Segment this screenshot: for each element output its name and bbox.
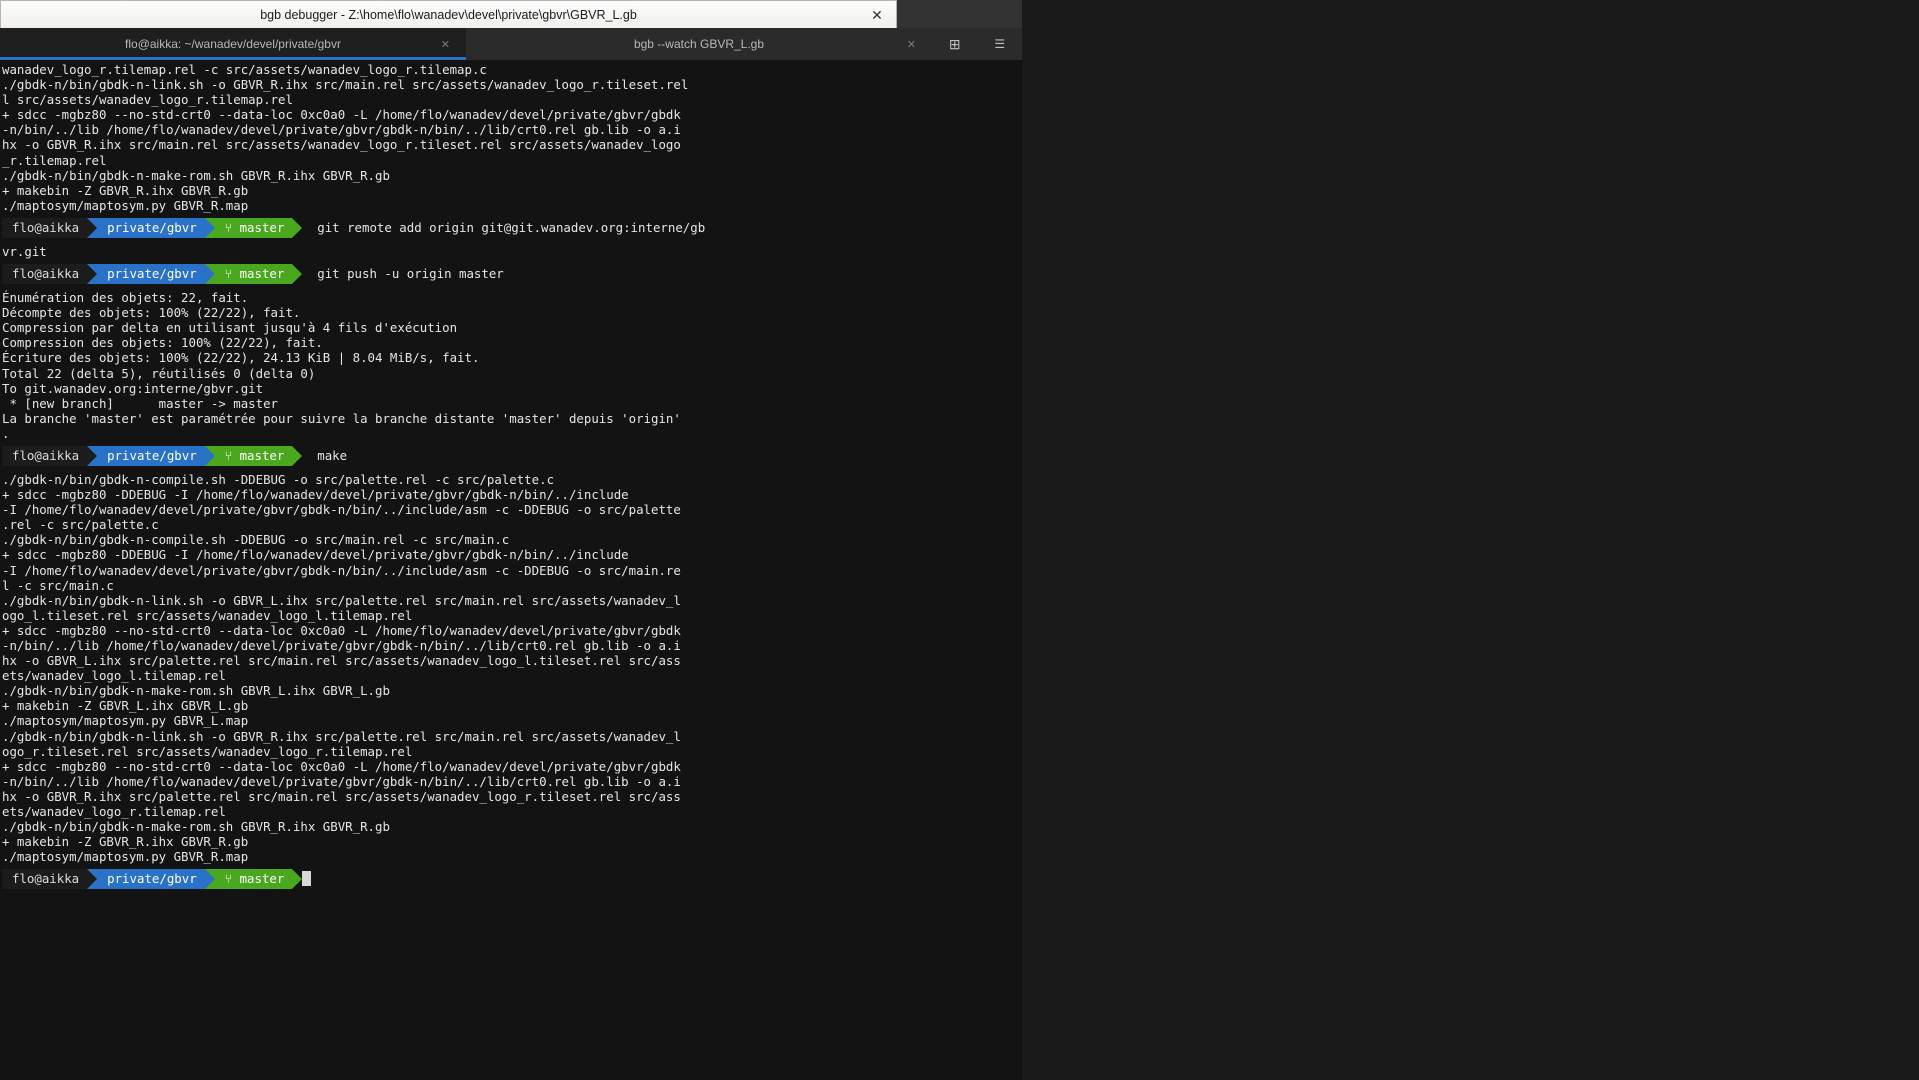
terminal-line: wanadev_logo_r.tilemap.rel -c src/assets…	[2, 62, 487, 77]
prompt-dir: private/gbvr	[97, 445, 205, 466]
terminal-line: ./maptosym/maptosym.py GBVR_R.map	[2, 197, 249, 213]
terminal-line: vr.git	[2, 243, 47, 259]
git-output-line: Décompte des objets: 100% (22/22), fait.	[2, 305, 301, 321]
terminal-line: -n/bin/../lib /home/flo/wanadev/devel/pr…	[2, 122, 681, 138]
make-output-line: + makebin -Z GBVR_L.ihx GBVR_L.gb	[2, 698, 249, 714]
git-output-line: Total 22 (delta 5), réutilisés 0 (delta …	[2, 365, 316, 381]
make-output-line: ./gbdk-n/bin/gbdk-n-make-rom.sh GBVR_L.i…	[2, 683, 390, 699]
prompt-dir: private/gbvr	[97, 869, 205, 890]
terminal-tabstrip[interactable]: flo@aikka: ~/wanadev/devel/private/gbvr …	[0, 28, 1022, 60]
terminal-prompt-2: flo@aikka private/gbvr ⑂ master git push -…	[2, 264, 1022, 286]
make-output-line: + sdcc -mgbz80 -DDEBUG -I /home/flo/wana…	[2, 487, 629, 503]
terminal-line: l src/assets/wanadev_logo_r.tilemap.rel	[2, 92, 293, 108]
git-output-line: * [new branch] master -> master	[2, 395, 279, 411]
close-icon[interactable]: ✕	[866, 5, 888, 25]
make-output-line: .rel -c src/palette.c	[2, 517, 159, 533]
terminal-line: ./gbdk-n/bin/gbdk-n-make-rom.sh GBVR_R.i…	[2, 167, 390, 183]
make-output-line: + sdcc -mgbz80 --no-std-crt0 --data-loc …	[2, 622, 681, 638]
prompt-sep-3	[292, 445, 303, 466]
git-output-line: Compression des objets: 100% (22/22), fa…	[2, 335, 323, 351]
prompt-branch: ⑂ master	[214, 869, 293, 890]
make-output-line: ets/wanadev_logo_l.tilemap.rel	[2, 668, 226, 684]
terminal-tab-0-label: flo@aikka: ~/wanadev/devel/private/gbvr	[125, 37, 341, 51]
prompt-dir: private/gbvr	[97, 217, 205, 238]
make-output-line: ./gbdk-n/bin/gbdk-n-compile.sh -DDEBUG -…	[2, 532, 510, 548]
make-output-line: ./maptosym/maptosym.py GBVR_R.map	[2, 849, 249, 865]
prompt-command[interactable]: git remote add origin git@git.wanadev.or…	[302, 220, 705, 235]
make-output-line: ogo_r.tileset.rel src/assets/wanadev_log…	[2, 743, 413, 759]
git-output-line: Énumération des objets: 22, fait.	[2, 290, 249, 306]
make-output-line: hx -o GBVR_R.ihx src/palette.rel src/mai…	[2, 788, 681, 804]
terminal-prompt-3: flo@aikka private/gbvr ⑂ master make	[2, 445, 1022, 468]
make-output-line: ./gbdk-n/bin/gbdk-n-make-rom.sh GBVR_R.i…	[2, 819, 390, 835]
terminal-tab-1-label: bgb --watch GBVR_L.gb	[633, 37, 765, 51]
make-output-line: -n/bin/../lib /home/flo/wanadev/devel/pr…	[2, 638, 681, 653]
prompt-user: flo@aikka	[2, 264, 88, 285]
prompt-branch: ⑂ master	[214, 264, 293, 285]
make-output-line: + sdcc -mgbz80 -DDEBUG -I /home/flo/wana…	[2, 547, 629, 563]
terminal-prompt-4: flo@aikka private/gbvr ⑂ master	[2, 869, 1022, 891]
git-output-line: Écriture des objets: 100% (22/22), 24.13…	[2, 350, 480, 366]
prompt-sep-1	[87, 264, 98, 285]
prompt-branch: ⑂ master	[214, 445, 293, 466]
git-output-line: Compression par delta en utilisant jusqu…	[2, 320, 458, 336]
terminal-line: + makebin -Z GBVR_R.ihx GBVR_R.gb	[2, 182, 249, 198]
make-output-line: hx -o GBVR_L.ihx src/palette.rel src/mai…	[2, 653, 681, 669]
make-output-line: ets/wanadev_logo_r.tilemap.rel	[2, 804, 226, 820]
make-output-line: ./maptosym/maptosym.py GBVR_L.map	[2, 713, 249, 729]
git-output-line: .	[2, 425, 10, 441]
prompt-sep-1	[87, 217, 98, 238]
make-output-line: l -c src/main.c	[2, 577, 114, 593]
make-output-line: -n/bin/../lib /home/flo/wanadev/devel/pr…	[2, 773, 681, 789]
make-output-line: ./gbdk-n/bin/gbdk-n-link.sh -o GBVR_L.ih…	[2, 592, 681, 608]
prompt-sep-3	[292, 869, 303, 890]
terminal-cursor[interactable]	[302, 871, 312, 887]
prompt-branch: ⑂ master	[214, 217, 293, 238]
prompt-dir: private/gbvr	[97, 264, 205, 285]
make-output-line: + sdcc -mgbz80 --no-std-crt0 --data-loc …	[2, 758, 681, 774]
prompt-sep-3	[292, 217, 303, 238]
make-output-line: ./gbdk-n/bin/gbdk-n-compile.sh -DDEBUG -…	[2, 471, 555, 487]
prompt-user: flo@aikka	[2, 869, 88, 890]
terminal-prompt-1: flo@aikka private/gbvr ⑂ master git remote…	[2, 217, 1022, 240]
terminal-line: + sdcc -mgbz80 --no-std-crt0 --data-loc …	[2, 107, 681, 123]
prompt-sep-2	[204, 445, 215, 466]
prompt-sep-1	[87, 869, 98, 890]
git-output-line: To git.wanadev.org:interne/gbvr.git	[2, 380, 264, 396]
terminal-line: _r.tilemap.rel	[2, 152, 107, 168]
prompt-command[interactable]: make	[302, 448, 347, 463]
make-output-line: -I /home/flo/wanadev/devel/private/gbvr/…	[2, 562, 681, 578]
make-output-line: -I /home/flo/wanadev/devel/private/gbvr/…	[2, 502, 681, 518]
prompt-sep-2	[204, 217, 215, 238]
git-output-line: La branche 'master' est paramétrée pour …	[2, 410, 681, 426]
terminal-output[interactable]: wanadev_logo_r.tilemap.rel -c src/assets…	[0, 60, 1022, 1080]
terminal-tab-1[interactable]: bgb --watch GBVR_L.gb ✕	[466, 28, 932, 60]
terminal-tab-1-close-icon[interactable]: ✕	[907, 38, 916, 51]
terminal-tab-0[interactable]: flo@aikka: ~/wanadev/devel/private/gbvr …	[0, 28, 466, 60]
debugger-titlebar: bgb debugger - Z:\home\flo\wanadev\devel…	[0, 0, 897, 30]
terminal-line: ./gbdk-n/bin/gbdk-n-link.sh -o GBVR_R.ih…	[2, 77, 689, 93]
prompt-user: flo@aikka	[2, 217, 88, 238]
hamburger-icon[interactable]: ☰	[994, 37, 1005, 51]
prompt-command[interactable]: git push -u origin master	[302, 266, 504, 281]
prompt-sep-1	[87, 445, 98, 466]
prompt-user: flo@aikka	[2, 445, 88, 466]
make-output-line: ogo_l.tileset.rel src/assets/wanadev_log…	[2, 607, 413, 623]
prompt-sep-3	[292, 264, 303, 285]
terminal-line: hx -o GBVR_R.ihx src/main.rel src/assets…	[2, 137, 681, 153]
make-output-line: + makebin -Z GBVR_R.ihx GBVR_R.gb	[2, 834, 249, 850]
terminal-window[interactable]: flo@aikka: ~/wanadev/devel/private/gbvr …	[0, 0, 1022, 1080]
debugger-title: bgb debugger - Z:\home\flo\wanadev\devel…	[260, 8, 637, 22]
terminal-tab-0-close-icon[interactable]: ✕	[441, 38, 450, 51]
new-tab-icon[interactable]: ⊞	[949, 36, 961, 53]
prompt-sep-2	[204, 869, 215, 890]
make-output-line: ./gbdk-n/bin/gbdk-n-link.sh -o GBVR_R.ih…	[2, 728, 681, 744]
prompt-sep-2	[204, 264, 215, 285]
